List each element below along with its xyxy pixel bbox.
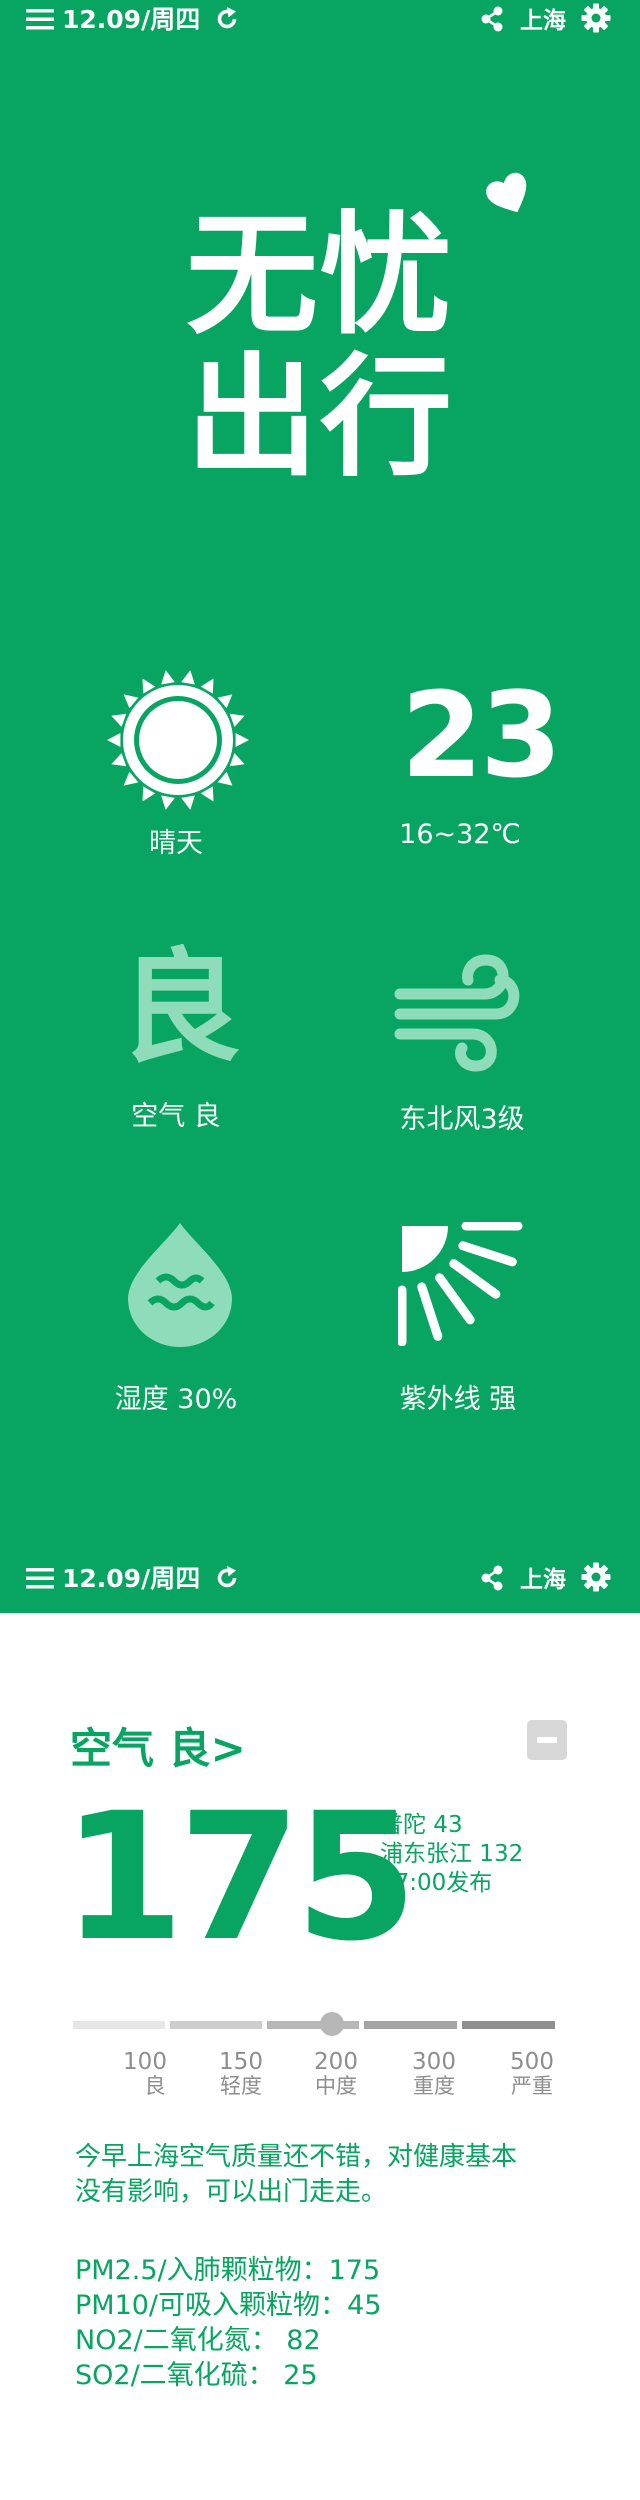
collapse-button[interactable] bbox=[527, 1720, 567, 1760]
aqi-value: 175 bbox=[62, 1775, 417, 1980]
refresh-icon[interactable] bbox=[214, 1565, 240, 1591]
weather-condition: 晴天 bbox=[149, 828, 203, 859]
settings-gear-icon[interactable] bbox=[580, 1561, 612, 1593]
current-temperature: 23 bbox=[400, 666, 562, 804]
air-grade-glyph: 良 bbox=[119, 937, 241, 1079]
scale-segment bbox=[462, 2021, 555, 2029]
pollutant-reading: NO2/二氧化氮： 82 bbox=[75, 2325, 321, 2356]
station-reading: 浦东张江 132 bbox=[380, 1841, 524, 1867]
water-drop-icon bbox=[128, 1223, 232, 1347]
aqi-scale-marker bbox=[320, 2012, 344, 2036]
air-description: 今早上海空气质量还不错，对健康基本 bbox=[75, 2142, 518, 2172]
publish-time: 17:00发布 bbox=[380, 1870, 493, 1896]
air-description: 没有影响，可以出门走走。 bbox=[75, 2177, 388, 2207]
scale-segment bbox=[267, 2021, 359, 2029]
hero-title-line2: 出行 bbox=[186, 341, 454, 495]
hero-title-line1: 无忧 bbox=[186, 199, 454, 353]
scale-label: 轻度 bbox=[220, 2074, 262, 2098]
scale-segment bbox=[170, 2021, 262, 2029]
top-bar: 12.09/周四 上海 bbox=[0, 0, 640, 36]
scale-value: 200 bbox=[314, 2049, 358, 2075]
station-reading: 普陀 43 bbox=[380, 1812, 463, 1838]
menu-icon[interactable] bbox=[24, 1565, 56, 1591]
city-selector[interactable]: 上海 bbox=[520, 0, 566, 36]
date-label: 12.09/周四 bbox=[62, 1564, 201, 1593]
air-quality-label: 空气 良 bbox=[131, 1101, 221, 1132]
sunny-icon bbox=[107, 670, 249, 810]
menu-icon[interactable] bbox=[24, 6, 56, 32]
top-bar-secondary: 12.09/周四 上海 bbox=[0, 1545, 640, 1613]
pollutant-reading: PM10/可吸入颗粒物：45 bbox=[75, 2290, 382, 2321]
scale-value: 100 bbox=[123, 2049, 167, 2075]
share-icon[interactable] bbox=[478, 5, 506, 33]
share-icon[interactable] bbox=[478, 1564, 506, 1592]
scale-value: 300 bbox=[412, 2049, 456, 2075]
city-selector[interactable]: 上海 bbox=[520, 1559, 566, 1595]
scale-value: 500 bbox=[510, 2049, 554, 2075]
scale-label: 严重 bbox=[511, 2074, 553, 2098]
weather-panel: 12.09/周四 上海 无忧 出行 晴天 23 16~32℃ 良 空气 良 东北… bbox=[0, 0, 640, 1545]
settings-gear-icon[interactable] bbox=[580, 2, 612, 34]
scale-label: 重度 bbox=[413, 2074, 455, 2098]
uv-label: 紫外线 强 bbox=[399, 1384, 517, 1415]
scale-segment bbox=[364, 2021, 457, 2029]
pollutant-reading: PM2.5/入肺颗粒物：175 bbox=[75, 2255, 381, 2286]
refresh-icon[interactable] bbox=[214, 6, 240, 32]
heart-icon bbox=[486, 172, 527, 213]
scale-value: 150 bbox=[219, 2049, 263, 2075]
wind-icon bbox=[394, 954, 520, 1072]
humidity-label: 湿度 30% bbox=[114, 1384, 238, 1415]
temperature-range: 16~32℃ bbox=[399, 819, 521, 850]
pollutant-reading: SO2/二氧化硫： 25 bbox=[75, 2360, 318, 2391]
scale-label: 良 bbox=[144, 2074, 166, 2098]
date-label: 12.09/周四 bbox=[62, 5, 201, 34]
wind-label: 东北风3级 bbox=[399, 1104, 525, 1135]
scale-label: 中度 bbox=[315, 2074, 357, 2098]
uv-sunburst-icon bbox=[398, 1222, 523, 1346]
air-detail-link[interactable]: 空气 良> bbox=[70, 1715, 246, 1776]
scale-segment bbox=[73, 2021, 165, 2029]
